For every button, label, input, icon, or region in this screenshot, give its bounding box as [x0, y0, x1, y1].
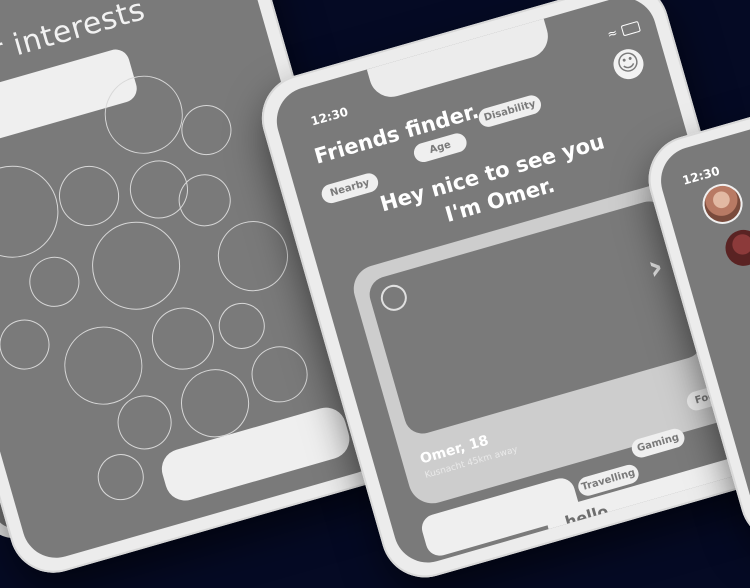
interest-bubble[interactable] — [0, 313, 56, 376]
battery-icon — [620, 20, 641, 37]
smiley-icon[interactable]: ☺ — [609, 45, 648, 83]
avatar[interactable] — [697, 179, 748, 229]
interest-bubble[interactable] — [81, 211, 191, 321]
interest-bubble[interactable] — [209, 212, 297, 300]
wifi-icon: ≈ — [605, 24, 621, 42]
interest-bubble[interactable] — [0, 154, 70, 269]
avatar[interactable] — [721, 225, 750, 271]
interest-bubble[interactable] — [23, 250, 86, 313]
status-time: 12:30 — [309, 104, 350, 129]
chevron-right-icon[interactable]: › — [643, 246, 667, 288]
interest-bubble[interactable] — [175, 99, 238, 161]
interest-bubble[interactable] — [144, 300, 222, 377]
filter-chip-nearby[interactable]: Nearby — [319, 171, 381, 206]
interest-bubble[interactable] — [92, 448, 150, 506]
interest-bubble[interactable] — [244, 339, 315, 409]
interest-bubble[interactable] — [213, 297, 271, 355]
avatar-icon — [377, 281, 410, 314]
filter-chip-disability[interactable]: Disability — [476, 93, 544, 130]
mockup-scene: our interests 12:30 ≈ ☺ Friends finder. … — [0, 0, 750, 588]
interest-bubble[interactable] — [51, 158, 127, 234]
